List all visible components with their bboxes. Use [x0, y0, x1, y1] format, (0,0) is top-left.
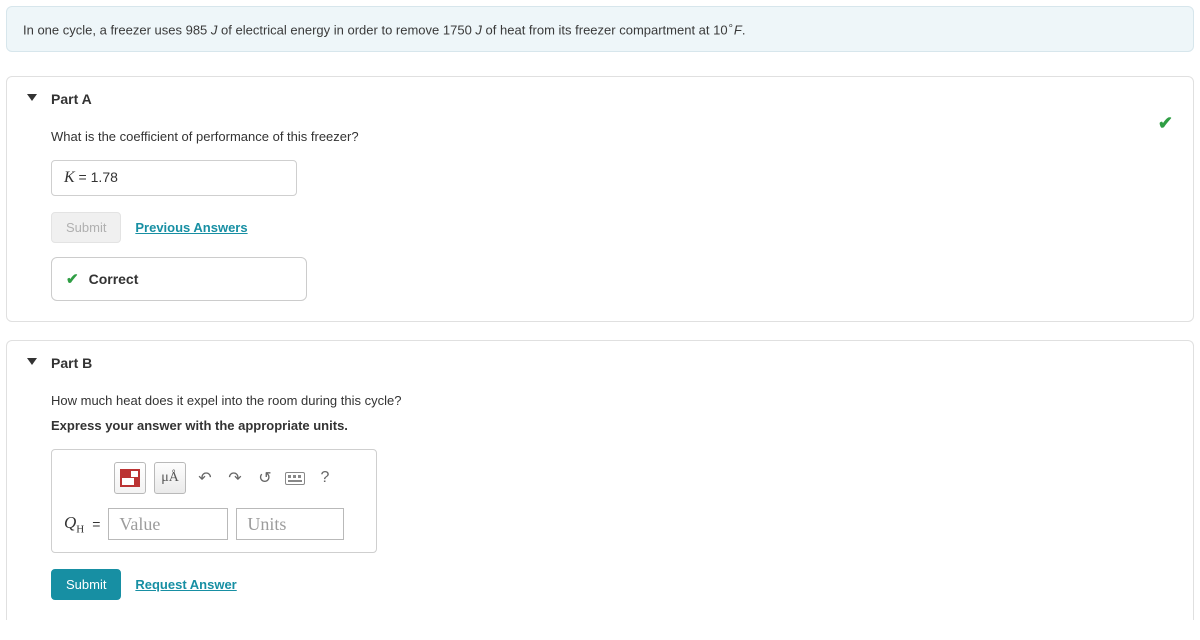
request-answer-link[interactable]: Request Answer: [135, 577, 236, 592]
help-icon[interactable]: ?: [314, 467, 336, 489]
energy-unit: J: [211, 22, 218, 37]
answer-variable-qh: QH: [64, 513, 84, 535]
check-icon: ✔: [1158, 113, 1173, 134]
check-icon: ✔: [66, 270, 79, 288]
equation-toolbar: μÅ ↶ ↷ ↺ ?: [114, 462, 364, 494]
part-b-header[interactable]: Part B: [7, 341, 1193, 385]
templates-button[interactable]: [114, 462, 146, 494]
feedback-text: Correct: [89, 271, 139, 287]
redo-icon[interactable]: ↷: [224, 467, 246, 489]
equals-sign: =: [92, 516, 100, 532]
part-b-title: Part B: [51, 355, 92, 371]
previous-answers-link[interactable]: Previous Answers: [135, 220, 247, 235]
units-input[interactable]: Units: [236, 508, 344, 540]
submit-button[interactable]: Submit: [51, 569, 121, 600]
problem-text-mid2: of heat from its freezer compartment at: [486, 22, 714, 37]
part-a-body: What is the coefficient of performance o…: [7, 121, 1193, 321]
part-b-block: Part B How much heat does it expel into …: [6, 340, 1194, 620]
temp-value: 10: [713, 22, 727, 37]
heat-value: 1750: [443, 22, 472, 37]
part-a-block: Part A ✔ What is the coefficient of perf…: [6, 76, 1194, 322]
undo-icon[interactable]: ↶: [194, 467, 216, 489]
keyboard-icon[interactable]: [284, 467, 306, 489]
part-a-answer-box: K = 1.78: [51, 160, 297, 196]
answer-equals: =: [75, 169, 91, 185]
part-a-buttons: Submit Previous Answers: [51, 212, 1177, 243]
part-b-question: How much heat does it expel into the roo…: [51, 393, 1177, 408]
temp-unit: F: [734, 22, 742, 37]
units-button[interactable]: μÅ: [154, 462, 186, 494]
problem-statement: In one cycle, a freezer uses 985 J of el…: [6, 6, 1194, 52]
energy-value: 985: [186, 22, 208, 37]
heat-unit: J: [475, 22, 482, 37]
part-b-body: How much heat does it expel into the roo…: [7, 385, 1193, 620]
part-a-title: Part A: [51, 91, 92, 107]
caret-down-icon: [27, 94, 37, 101]
value-units-row: QH = Value Units: [64, 508, 364, 540]
template-icon: [120, 469, 140, 487]
part-b-instruction: Express your answer with the appropriate…: [51, 418, 1177, 433]
problem-text-prefix: In one cycle, a freezer uses: [23, 22, 186, 37]
problem-text-suffix: .: [742, 22, 746, 37]
part-a-question: What is the coefficient of performance o…: [51, 129, 1177, 144]
submit-button-disabled: Submit: [51, 212, 121, 243]
value-input[interactable]: Value: [108, 508, 228, 540]
part-a-header[interactable]: Part A: [7, 77, 1193, 121]
part-b-answer-box: μÅ ↶ ↷ ↺ ? QH = Value Units: [51, 449, 377, 553]
caret-down-icon: [27, 358, 37, 365]
reset-icon[interactable]: ↺: [254, 467, 276, 489]
problem-text-mid1: of electrical energy in order to remove: [221, 22, 443, 37]
answer-value: 1.78: [91, 169, 118, 185]
feedback-correct: ✔ Correct: [51, 257, 307, 301]
part-b-buttons: Submit Request Answer: [51, 569, 1177, 600]
answer-variable: K: [64, 169, 75, 186]
